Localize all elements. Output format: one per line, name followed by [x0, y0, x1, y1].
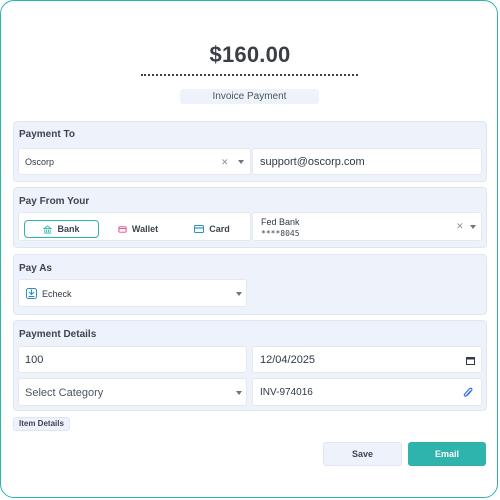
- chevron-down-icon[interactable]: [236, 292, 242, 296]
- amount-input[interactable]: 100: [18, 346, 247, 373]
- tab-wallet-label: Wallet: [131, 224, 159, 234]
- tab-card[interactable]: Card: [177, 220, 247, 238]
- bank-account-select[interactable]: Fed Bank ****8045 ✕: [252, 212, 482, 241]
- funding-source-tabs: Bank Wallet Card: [18, 212, 251, 241]
- payment-date-input[interactable]: 12/04/2025: [252, 346, 482, 373]
- payment-details-section: Payment Details 100 12/04/2025 Select Ca…: [13, 320, 487, 411]
- chevron-down-icon[interactable]: [470, 225, 476, 229]
- chevron-down-icon[interactable]: [238, 160, 244, 164]
- category-placeholder: Select Category: [25, 387, 104, 399]
- bank-account-number: ****8045: [261, 229, 300, 238]
- payee-email-field[interactable]: support@oscorp.com: [252, 148, 482, 175]
- payee-select[interactable]: Oscorp ✕: [18, 148, 251, 175]
- payee-email-value: support@oscorp.com: [260, 156, 365, 168]
- section-title-pay-from: Pay From Your: [19, 196, 90, 207]
- save-button[interactable]: Save: [323, 442, 402, 466]
- echeck-icon: [26, 288, 37, 299]
- clear-icon[interactable]: ✕: [456, 221, 464, 232]
- category-select[interactable]: Select Category: [18, 378, 247, 406]
- amount-divider: [141, 74, 358, 76]
- clear-icon[interactable]: ✕: [221, 149, 229, 176]
- calendar-icon[interactable]: [466, 356, 475, 365]
- section-title-payment-to: Payment To: [19, 129, 75, 140]
- pay-as-section: Pay As Echeck: [13, 254, 487, 315]
- payee-value: Oscorp: [25, 157, 55, 167]
- section-title-pay-as: Pay As: [19, 263, 52, 274]
- pay-from-section: Pay From Your Bank Wallet Card Fed Bank …: [13, 187, 487, 248]
- item-details-button[interactable]: Item Details: [13, 417, 70, 431]
- tab-bank-label: Bank: [57, 224, 80, 234]
- payment-method-select[interactable]: Echeck: [18, 279, 247, 307]
- payment-to-section: Payment To Oscorp ✕ support@oscorp.com: [13, 121, 487, 182]
- chevron-down-icon[interactable]: [236, 391, 242, 395]
- invoice-number-field[interactable]: INV-974016: [252, 378, 482, 406]
- paperclip-icon[interactable]: [463, 387, 473, 399]
- invoice-number-value: INV-974016: [260, 387, 313, 398]
- tab-card-label: Card: [209, 224, 230, 234]
- payment-amount: $160.00: [209, 42, 291, 67]
- memo-field[interactable]: Invoice Payment: [180, 89, 319, 104]
- card-icon: [194, 225, 205, 233]
- bank-name: Fed Bank: [261, 217, 300, 227]
- wallet-icon: [118, 225, 127, 233]
- payment-method-value: Echeck: [42, 289, 72, 299]
- email-button[interactable]: Email: [408, 442, 486, 466]
- tab-wallet[interactable]: Wallet: [103, 220, 173, 238]
- tab-bank[interactable]: Bank: [24, 220, 99, 238]
- amount-input-value: 100: [25, 354, 44, 366]
- bank-icon: [43, 224, 53, 234]
- payment-date-value: 12/04/2025: [260, 354, 316, 366]
- section-title-payment-details: Payment Details: [19, 329, 97, 340]
